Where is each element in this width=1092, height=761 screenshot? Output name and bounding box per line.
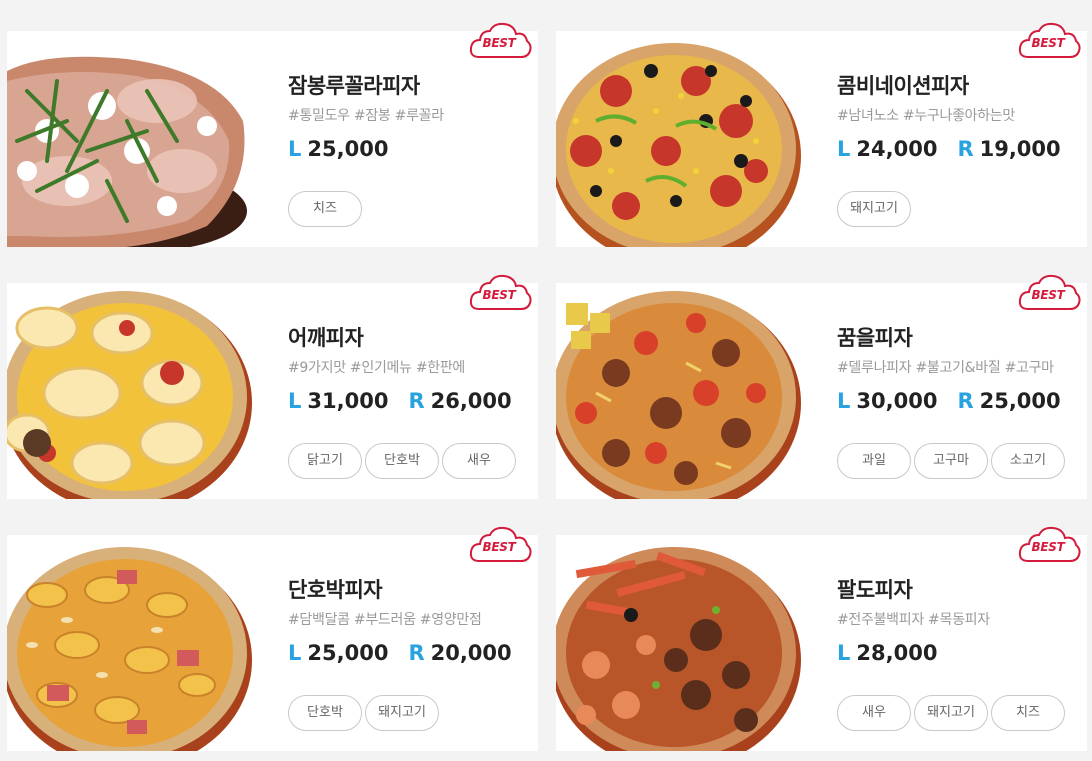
- best-badge: BEST: [1018, 19, 1082, 61]
- best-badge: BEST: [469, 523, 533, 565]
- best-badge: BEST: [469, 271, 533, 313]
- price-row: L 24,000 R 19,000: [837, 135, 1087, 163]
- topping-chips: 돼지고기: [837, 191, 914, 227]
- best-label: BEST: [482, 288, 516, 302]
- menu-tags: #남녀노소 #누구나좋아하는맛: [837, 108, 1015, 124]
- menu-tags: #9가지맛 #인기메뉴 #한판에: [288, 360, 465, 376]
- topping-chip[interactable]: 닭고기: [288, 443, 362, 479]
- topping-chips: 단호박 돼지고기: [288, 695, 442, 731]
- best-badge: BEST: [469, 19, 533, 61]
- price-row: L 25,000: [288, 135, 538, 163]
- topping-chip[interactable]: 새우: [442, 443, 516, 479]
- price-large: L 25,000: [288, 641, 389, 665]
- topping-chip[interactable]: 돼지고기: [365, 695, 439, 731]
- price-row: L 28,000: [837, 639, 1087, 667]
- topping-chip[interactable]: 고구마: [914, 443, 988, 479]
- price-row: L 31,000 R 26,000: [288, 387, 538, 415]
- menu-card[interactable]: 콤비네이션피자 #남녀노소 #누구나좋아하는맛 L 24,000 R 19,000 돼…: [556, 22, 1087, 247]
- best-label: BEST: [1031, 36, 1065, 50]
- pizza-image-combination[interactable]: [556, 31, 816, 247]
- best-label: BEST: [1031, 540, 1065, 554]
- menu-card[interactable]: 팔도피자 #전주불백피자 #목동피자 L 28,000 새우 돼지고기 치즈 BEST: [556, 526, 1087, 751]
- menu-card[interactable]: 단호박피자 #담백달콤 #부드러움 #영양만점 L 25,000 R 20,000 단…: [7, 526, 538, 751]
- menu-card[interactable]: 꿈을피자 #델루나피자 #불고기&바질 #고구마 L 30,000 R 25,000 …: [556, 274, 1087, 499]
- menu-tags: #전주불백피자 #목동피자: [837, 612, 990, 628]
- topping-chips: 새우 돼지고기 치즈: [837, 695, 1068, 731]
- menu-tags: #델루나피자 #불고기&바질 #고구마: [837, 360, 1054, 376]
- menu-name[interactable]: 잠봉루꼴라피자: [288, 73, 538, 99]
- best-badge: BEST: [1018, 271, 1082, 313]
- topping-chip[interactable]: 치즈: [288, 191, 362, 227]
- topping-chip[interactable]: 새우: [837, 695, 911, 731]
- price-large: L 24,000: [837, 137, 938, 161]
- price-regular: R 25,000: [957, 389, 1061, 413]
- price-row: L 25,000 R 20,000: [288, 639, 538, 667]
- pizza-image-pumpkin[interactable]: [7, 535, 267, 751]
- menu-name[interactable]: 팔도피자: [837, 577, 1087, 603]
- topping-chip[interactable]: 돼지고기: [914, 695, 988, 731]
- topping-chip[interactable]: 소고기: [991, 443, 1065, 479]
- best-label: BEST: [482, 36, 516, 50]
- best-badge: BEST: [1018, 523, 1082, 565]
- best-label: BEST: [1031, 288, 1065, 302]
- topping-chip[interactable]: 단호박: [365, 443, 439, 479]
- pizza-image-eokkae[interactable]: [7, 283, 267, 499]
- menu-card[interactable]: 어깨피자 #9가지맛 #인기메뉴 #한판에 L 31,000 R 26,000 닭고기…: [7, 274, 538, 499]
- menu-tags: #통밀도우 #잠봉 #루꼴라: [288, 108, 444, 124]
- pizza-image-dream[interactable]: [556, 283, 816, 499]
- topping-chips: 과일 고구마 소고기: [837, 443, 1068, 479]
- price-large: L 25,000: [288, 137, 389, 161]
- topping-chips: 치즈: [288, 191, 365, 227]
- price-large: L 30,000: [837, 389, 938, 413]
- menu-name[interactable]: 꿈을피자: [837, 325, 1087, 351]
- topping-chips: 닭고기 단호박 새우: [288, 443, 519, 479]
- menu-name[interactable]: 단호박피자: [288, 577, 538, 603]
- price-regular: R 19,000: [957, 137, 1061, 161]
- menu-name[interactable]: 콤비네이션피자: [837, 73, 1087, 99]
- topping-chip[interactable]: 돼지고기: [837, 191, 911, 227]
- topping-chip[interactable]: 단호박: [288, 695, 362, 731]
- menu-tags: #담백달콤 #부드러움 #영양만점: [288, 612, 482, 628]
- price-large: L 28,000: [837, 641, 938, 665]
- price-large: L 31,000: [288, 389, 389, 413]
- pizza-image-paldo[interactable]: [556, 535, 816, 751]
- menu-name[interactable]: 어깨피자: [288, 325, 538, 351]
- pizza-image-jambon-arugula[interactable]: [7, 31, 267, 247]
- menu-card[interactable]: 잠봉루꼴라피자 #통밀도우 #잠봉 #루꼴라 L 25,000 치즈 BEST: [7, 22, 538, 247]
- price-regular: R 20,000: [408, 641, 512, 665]
- topping-chip[interactable]: 치즈: [991, 695, 1065, 731]
- topping-chip[interactable]: 과일: [837, 443, 911, 479]
- price-row: L 30,000 R 25,000: [837, 387, 1087, 415]
- price-regular: R 26,000: [408, 389, 512, 413]
- best-label: BEST: [482, 540, 516, 554]
